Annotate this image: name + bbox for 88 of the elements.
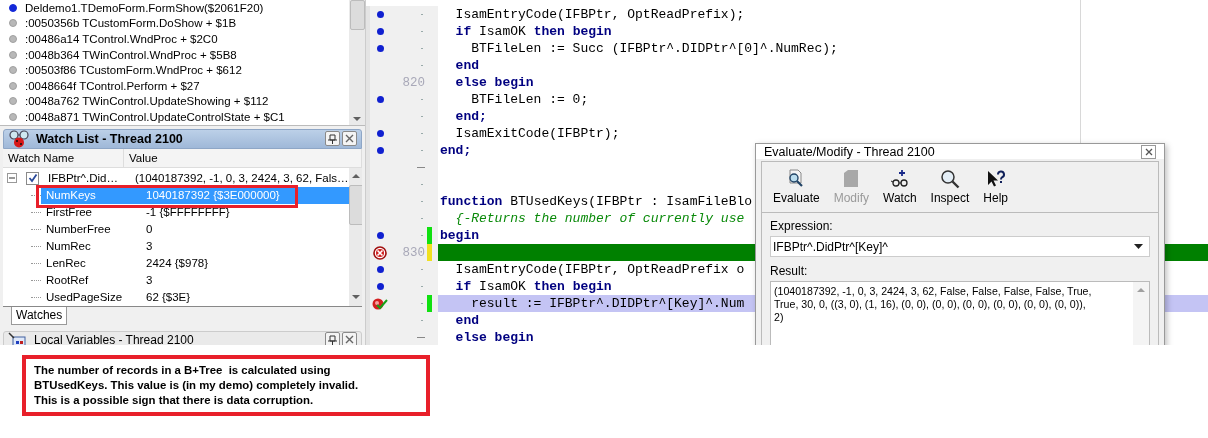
- code-line: if IsamOK then begin: [454, 279, 612, 294]
- breakpoint-check-icon[interactable]: [372, 296, 388, 311]
- code-line: IsamEntryCode(IFBPtr, OptReadPrefix);: [454, 7, 745, 22]
- close-icon: [345, 335, 354, 345]
- watch-name: RootRef: [45, 274, 90, 287]
- dropdown-icon[interactable]: [1134, 244, 1143, 249]
- pin-icon: [328, 133, 337, 144]
- scrollbar[interactable]: [348, 167, 362, 306]
- close-icon: [345, 134, 354, 144]
- glasses-plus-icon: [889, 169, 910, 189]
- code-line: BTFileLen := Succ (IFBPtr^.DIDPtr^[0]^.NumRec);: [470, 41, 838, 56]
- watch-value: 2424 {$978}: [145, 257, 209, 270]
- scrollbar[interactable]: [349, 0, 365, 125]
- field-label: Result:: [770, 264, 809, 278]
- help-icon: [985, 169, 1006, 189]
- watch-value: 3: [145, 274, 153, 287]
- bug-icon: [8, 129, 30, 148]
- field-label: Expression:: [770, 219, 834, 233]
- checkbox[interactable]: [26, 171, 39, 185]
- toolbar-button[interactable]: Evaluate: [768, 167, 825, 207]
- watch-name: NumKeys: [45, 189, 97, 202]
- watch-value: 3: [145, 240, 153, 253]
- scroll-thumb[interactable]: [349, 0, 365, 30]
- expression-field[interactable]: IFBPtr^.DidPtr^[Key]^: [770, 236, 1150, 257]
- pane-title: Watch List - Thread 2100: [36, 131, 183, 146]
- fold-marker[interactable]: [417, 337, 425, 338]
- toolbar-button[interactable]: Inspect: [925, 167, 975, 207]
- callout-text: The number of records in a B+Tree is calculated using BTUsedKeys. This value is (in my demo) completely invalid. This is a possible sign that there is data corruption.: [34, 363, 359, 408]
- column-header[interactable]: Watch Name: [3, 148, 124, 167]
- code-line: result := IFBPtr^.DIDPtr^[Key]^.Num: [470, 296, 745, 311]
- stack-frame[interactable]: Deldemo1.TDemoForm.FormShow($2061F20): [25, 1, 264, 14]
- breakpoint-icon[interactable]: [373, 245, 387, 260]
- code-line: if IsamOK then begin: [454, 24, 612, 39]
- pin-button[interactable]: [325, 131, 340, 147]
- scrollbar[interactable]: [1133, 282, 1149, 345]
- stack-frame[interactable]: :0048b364 TWinControl.WndProc + $5B8: [25, 48, 237, 61]
- collapse-icon[interactable]: [7, 173, 17, 184]
- watch-name: LenRec: [45, 257, 87, 270]
- watch-value: -1 {$FFFFFFFF}: [145, 206, 230, 219]
- close-icon: [1144, 147, 1153, 156]
- column-header[interactable]: Value: [124, 148, 362, 167]
- code-line: begin: [440, 228, 479, 243]
- code-line: else begin: [454, 75, 534, 90]
- code-line: IsamExitCode(IFBPtr);: [454, 126, 620, 141]
- close-button[interactable]: [342, 131, 357, 147]
- stack-frame[interactable]: :0050356b TCustomForm.DoShow + $1B: [25, 17, 237, 30]
- watch-name: FirstFree: [45, 206, 93, 219]
- scroll-thumb[interactable]: [348, 184, 362, 225]
- close-button[interactable]: [1141, 144, 1156, 159]
- watch-name: UsedPageSize: [45, 291, 124, 304]
- close-button[interactable]: [342, 332, 357, 345]
- watch-name: IFBPtr^.Did…: [47, 172, 119, 185]
- watch-name: NumberFree: [45, 223, 112, 236]
- code-line: {-Returns the number of currently use: [454, 211, 745, 226]
- stack-frame[interactable]: :00503f86 TCustomForm.WndProc + $612: [25, 64, 242, 77]
- watch-value: 1040187392 {$3E000000}: [145, 189, 280, 202]
- stack-frame[interactable]: :0048a871 TWinControl.UpdateControlState + $C1: [25, 110, 285, 123]
- code-line: end;: [454, 109, 487, 124]
- code-line: else begin: [454, 330, 534, 345]
- code-line: end: [454, 58, 479, 73]
- watch-value: 0: [145, 223, 153, 236]
- pin-icon: [328, 334, 337, 345]
- fold-marker[interactable]: [417, 167, 425, 168]
- scroll-down-icon[interactable]: [352, 294, 361, 300]
- code-line: function BTUsedKeys(IFBPtr : IsamFileBlo: [440, 194, 753, 209]
- watch-value: (1040187392, -1, 0, 3, 2424, 3, 62, Fals…: [134, 172, 349, 185]
- pane-title: Local Variables - Thread 2100: [34, 332, 194, 345]
- code-line: end: [454, 313, 479, 328]
- tab[interactable]: Watches: [11, 306, 68, 325]
- code-line: IsamEntryCode(IFBPtr, OptReadPrefix o: [454, 262, 745, 277]
- result-text: (1040187392, -1, 0, 3, 2424, 3, 62, False, False, False, False, True, True, 30, 0, ((3, 0), (1, 16), (0, 0), (0, 0), (0, 0), (0, 0), (0, 0), (0, 0)), 2): [773, 284, 1093, 325]
- line-number: 830: [402, 245, 425, 260]
- search-icon: [939, 169, 960, 189]
- pin-button[interactable]: [325, 332, 340, 345]
- variables-icon: [8, 331, 28, 345]
- line-number: 820: [402, 75, 425, 90]
- toolbar-button[interactable]: Watch: [878, 167, 922, 207]
- stack-frame[interactable]: :0048664f TControl.Perform + $27: [25, 79, 200, 92]
- code-line: BTFileLen := 0;: [470, 92, 589, 107]
- dialog-title: Evaluate/Modify - Thread 2100: [764, 144, 935, 159]
- watch-name: NumRec: [45, 240, 92, 253]
- scroll-down-icon[interactable]: [353, 116, 361, 122]
- toolbar-button[interactable]: Help: [978, 167, 1013, 207]
- scroll-up-icon[interactable]: [352, 173, 361, 179]
- stack-frame[interactable]: :0048a762 TWinControl.UpdateShowing + $112: [25, 95, 269, 108]
- watch-value: 62 {$3E}: [145, 291, 191, 304]
- stack-frame[interactable]: :00486a14 TControl.WndProc + $2C0: [25, 33, 218, 45]
- code-line: end;: [440, 143, 472, 158]
